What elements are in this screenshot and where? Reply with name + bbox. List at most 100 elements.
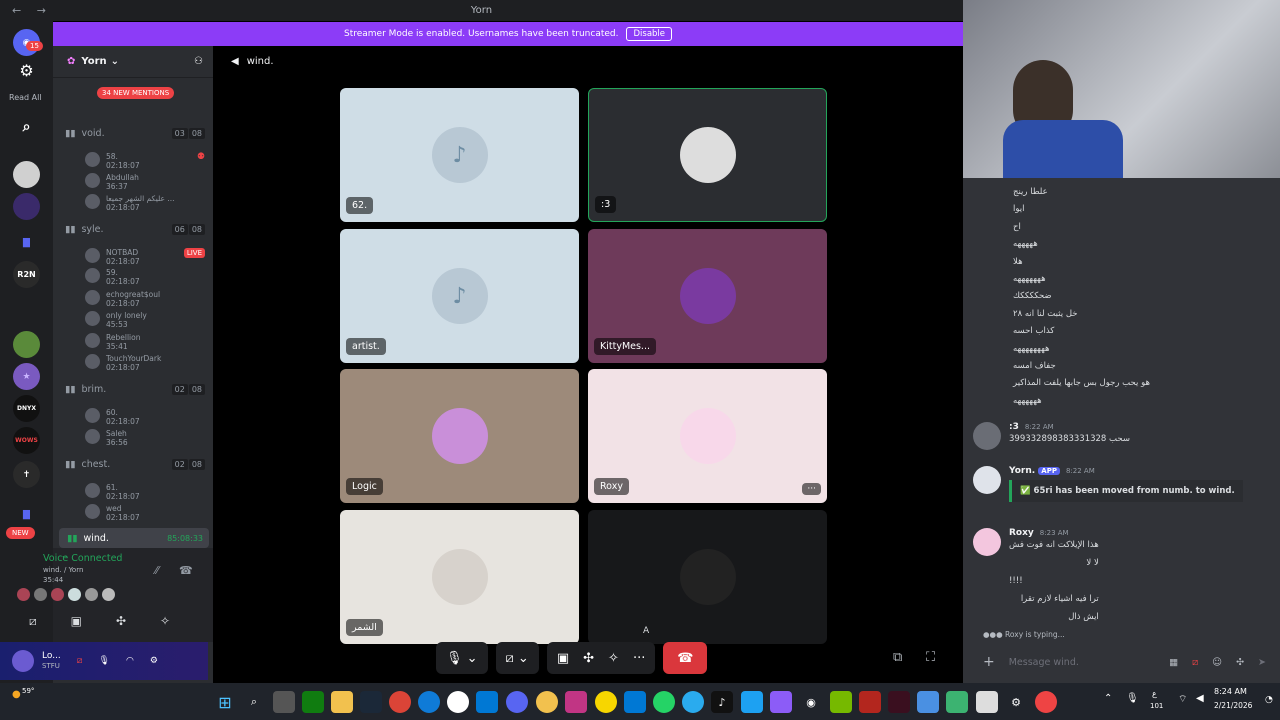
clock-time[interactable]: 8:24 AM [1214, 687, 1247, 696]
voice-location[interactable]: wind. / Yorn [43, 566, 83, 574]
chevron-up-icon[interactable]: ⌃ [1104, 693, 1112, 704]
chatgpt-icon[interactable] [447, 691, 469, 713]
emoji-icon[interactable]: ☺ [1212, 657, 1222, 668]
server-icon[interactable]: ✝ [13, 461, 40, 488]
server-icon[interactable] [13, 161, 40, 188]
voice-user[interactable]: wed 02:18:07 [85, 504, 205, 522]
network-icon[interactable]: ⌔ [1178, 693, 1187, 706]
notification-icon[interactable]: ◔ [1265, 695, 1273, 705]
voice-user[interactable]: Rebellion 35:41 [85, 333, 205, 351]
microphone-button[interactable]: 🎙 ⌄ [436, 642, 488, 674]
voice-tile[interactable]: A [588, 510, 827, 644]
popout-icon[interactable]: ⧉ [893, 650, 902, 665]
voice-tile[interactable]: ♪ artist. [340, 229, 579, 363]
mail-icon[interactable] [476, 691, 498, 713]
whatsapp-icon[interactable] [653, 691, 675, 713]
more-options-icon[interactable]: ··· [802, 483, 821, 495]
gear-icon[interactable]: ⚙ [1005, 691, 1027, 713]
send-icon[interactable]: ➤ [1258, 657, 1266, 668]
search-icon[interactable]: ⌕ [13, 113, 40, 140]
avatar[interactable] [973, 422, 1001, 450]
steam-icon[interactable] [360, 691, 382, 713]
chat-message[interactable]: Yorn. APP 8:22 AM ✅ 65ri has been moved f… [973, 466, 1273, 502]
avatar[interactable] [12, 650, 34, 672]
tiktok-icon[interactable]: ♪ [711, 691, 733, 713]
star-server-icon[interactable]: ★ [13, 363, 40, 390]
server-icon[interactable] [13, 193, 40, 220]
activities-icon[interactable]: ✣ [116, 614, 126, 629]
add-attachment-icon[interactable]: + [983, 654, 995, 670]
voice-user[interactable]: 61. 02:18:07 [85, 483, 205, 501]
headphones-icon[interactable]: ◠ [126, 656, 134, 666]
app-icon[interactable] [770, 691, 792, 713]
more-icon[interactable]: ··· [633, 651, 645, 666]
gear-icon[interactable]: ⚙ [13, 57, 40, 84]
add-member-icon[interactable]: ⚇ [194, 56, 203, 67]
microphone-icon[interactable]: 🎙 [99, 656, 110, 666]
app-icon[interactable] [536, 691, 558, 713]
server-icon[interactable]: DNYX [13, 395, 40, 422]
voice-user[interactable]: Abdullah 36:37 [85, 173, 205, 191]
voice-channel-brim[interactable]: ▮▮ brim. 02 08 [65, 384, 205, 395]
chat-message[interactable]: Roxy 8:23 AM هذا الإيلاكت انه فوت فش لا ل… [973, 528, 1273, 622]
voice-user[interactable]: 58. 02:18:07 ⚉ [85, 152, 205, 170]
start-icon[interactable]: ⊞ [214, 691, 236, 713]
camera-button[interactable]: ⧄ ⌄ [495, 642, 539, 674]
soundboard-icon[interactable]: ✧ [160, 614, 170, 629]
server-icon[interactable] [13, 331, 40, 358]
xbox-icon[interactable] [302, 691, 324, 713]
weather-icon[interactable]: ● [12, 689, 21, 700]
voice-channel-chest[interactable]: ▮▮ chest. 02 08 [65, 459, 205, 470]
clock-date[interactable]: 2/21/2026 [1214, 701, 1252, 710]
apps-icon[interactable]: ✣ [1236, 657, 1244, 668]
gift-icon[interactable]: ⧄ [1192, 657, 1198, 668]
voice-tile[interactable]: Logic [340, 369, 579, 503]
voice-tile[interactable]: KittyMes... [588, 229, 827, 363]
server-icon[interactable]: R2N [13, 261, 40, 288]
voice-channel-void[interactable]: ▮▮ void. 03 08 [65, 128, 205, 139]
folder-icon[interactable] [331, 691, 353, 713]
message-input[interactable]: Message wind. [1009, 657, 1079, 668]
voice-tile[interactable]: Roxy ··· [588, 369, 827, 503]
hangup-button[interactable]: ☎ [663, 642, 708, 674]
voice-user[interactable]: only lonely 45:53 [85, 311, 205, 329]
fullscreen-icon[interactable]: ⛶ [926, 650, 935, 665]
disconnect-icon[interactable]: ☎ [179, 564, 193, 577]
app-icon[interactable] [946, 691, 968, 713]
screenshare-icon[interactable]: ▣ [557, 651, 569, 666]
app-icon[interactable] [624, 691, 646, 713]
voice-user[interactable]: NOTBAD 02:18:07 LIVE [85, 248, 205, 266]
gear-icon[interactable]: ⚙ [150, 656, 158, 666]
edge-icon[interactable] [418, 691, 440, 713]
store-icon[interactable] [976, 691, 998, 713]
voice-tile[interactable]: الشمر [340, 510, 579, 644]
voice-tile[interactable]: ♪ 62. [340, 88, 579, 222]
language-indicator[interactable]: ع [1152, 689, 1157, 698]
screenshare-icon[interactable]: ▣ [71, 614, 82, 629]
search-icon[interactable]: ⌕ [243, 691, 265, 713]
new-mentions-badge[interactable]: 34 NEW MENTIONS [97, 87, 175, 99]
calendar-icon[interactable]: ▦ [1169, 657, 1178, 668]
discord-icon[interactable] [506, 691, 528, 713]
voice-user[interactable]: 59. 02:18:07 [85, 268, 205, 286]
folder-icon[interactable]: ▇ [13, 501, 40, 528]
nav-arrows[interactable]: ← → [12, 4, 52, 17]
server-icon[interactable]: WOWS [13, 427, 40, 454]
avatar[interactable] [973, 466, 1001, 494]
avatar[interactable] [973, 528, 1001, 556]
snapchat-icon[interactable] [595, 691, 617, 713]
voice-channel-syle[interactable]: ▮▮ syle. 06 08 [65, 224, 205, 235]
read-all-label[interactable]: Read All [9, 93, 42, 102]
noise-suppression-icon[interactable]: ⁄⁄ [155, 564, 159, 577]
voice-user[interactable]: Saleh 36:56 [85, 429, 205, 447]
nvidia-icon[interactable] [830, 691, 852, 713]
instagram-icon[interactable] [565, 691, 587, 713]
voice-user[interactable]: 60. 02:18:07 [85, 408, 205, 426]
folder-icon[interactable]: ▇ [13, 229, 40, 256]
disable-streamer-button[interactable]: Disable [626, 27, 673, 41]
voice-user[interactable]: TouchYourDark 02:18:07 [85, 354, 205, 372]
microphone-icon[interactable]: 🎙 [1126, 693, 1139, 704]
message-composer[interactable]: + Message wind. ▦ ⧄ ☺ ✣ ➤ [963, 647, 1280, 677]
steam-icon[interactable]: ◉ [800, 691, 822, 713]
current-voice-channel[interactable]: ▮▮ wind. 85:08:33 [59, 528, 209, 548]
